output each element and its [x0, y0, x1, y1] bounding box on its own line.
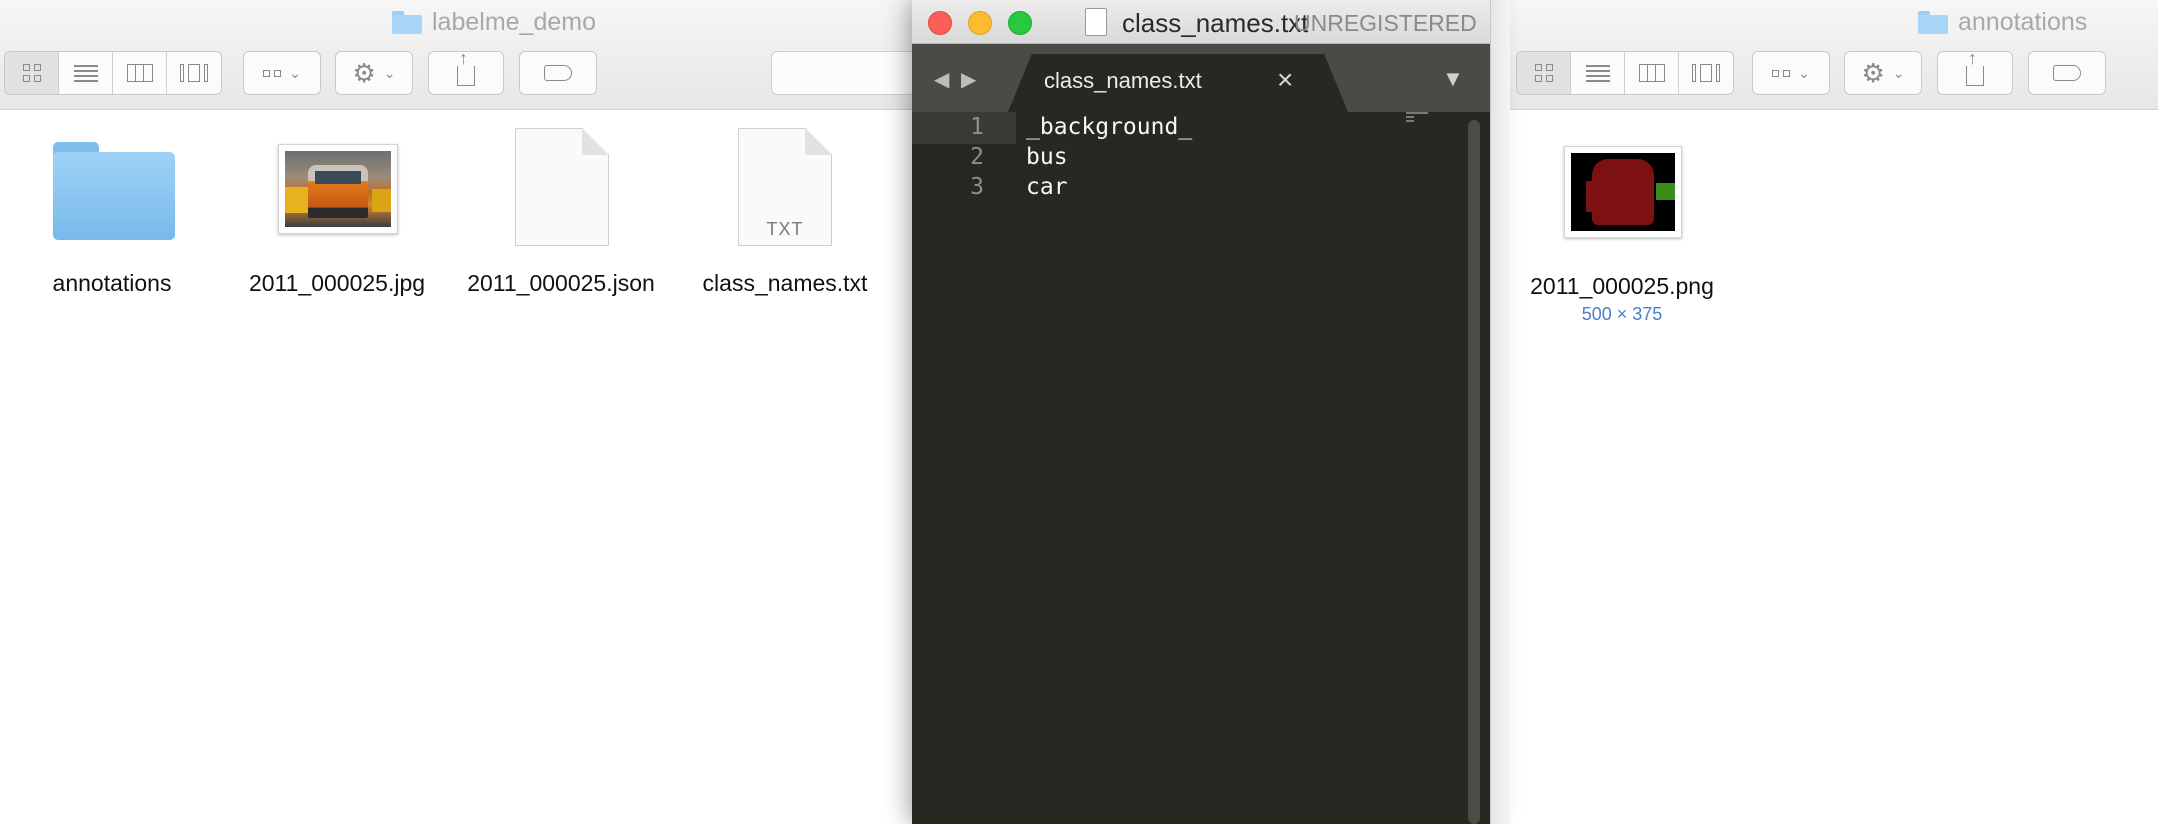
tags-button[interactable] [519, 51, 597, 95]
code-line[interactable]: _background_ [1026, 114, 1192, 140]
share-icon [457, 48, 475, 86]
tab-label[interactable]: class_names.txt [1044, 68, 1202, 94]
window-edge [1490, 0, 1510, 824]
arrange-icon [1772, 69, 1791, 77]
unregistered-label: UNREGISTERED [1294, 10, 1477, 36]
window-title: labelme_demo [392, 8, 596, 37]
share-button[interactable] [428, 48, 504, 95]
tab-list-dropdown-icon[interactable]: ▼ [1442, 66, 1464, 92]
code-line[interactable]: bus [1026, 144, 1068, 170]
icon-view-icon [22, 64, 41, 82]
back-arrow-icon[interactable]: ◀ [934, 67, 949, 92]
search-field[interactable] [771, 51, 912, 95]
image-thumbnail-icon[interactable] [278, 144, 398, 234]
folder-icon [392, 11, 422, 34]
zoom-window-button[interactable] [1008, 11, 1032, 35]
chevron-down-icon: ⌄ [1798, 64, 1810, 81]
image-dimensions: 500 × 375 [1581, 304, 1663, 324]
action-button[interactable]: ⚙ ⌄ [1844, 51, 1922, 95]
share-button[interactable] [1937, 48, 2013, 95]
line-number: 2 [970, 144, 984, 170]
tags-button[interactable] [2028, 51, 2106, 95]
cover-flow-icon [1692, 64, 1720, 82]
cover-flow-button[interactable] [167, 52, 221, 94]
bus-photo-preview [285, 151, 391, 227]
editor-window-title: class_names.txt [1122, 8, 1309, 38]
folder-icon[interactable] [53, 142, 175, 240]
vertical-scrollbar[interactable] [1468, 120, 1480, 824]
tag-icon [544, 65, 572, 81]
share-icon [1966, 48, 1984, 86]
text-editor-window: class_names.txt UNREGISTERED ◀ ▶ class_n… [912, 0, 1510, 824]
tag-icon [2053, 65, 2081, 81]
arrange-button[interactable]: ⌄ [243, 51, 321, 95]
txt-badge: TXT [766, 219, 804, 239]
window-title: annotations [1918, 8, 2087, 37]
finder-window-labelme-demo: labelme_demo ⌄ ⚙⌄ annotations 2011_000 [0, 0, 912, 824]
folder-icon [1918, 11, 1948, 34]
icon-view-button[interactable] [5, 52, 59, 94]
json-document-icon[interactable] [515, 128, 609, 246]
forward-arrow-icon[interactable]: ▶ [961, 67, 976, 92]
finder-toolbar: labelme_demo ⌄ ⚙ ⌄ [0, 0, 912, 110]
file-name-annotations[interactable]: annotations [12, 270, 212, 297]
cover-flow-button[interactable] [1679, 52, 1733, 94]
code-line[interactable]: car [1026, 174, 1068, 200]
finder-window-annotations: annotations ⌄ ⚙⌄ 2011_000025.png 500 × 3… [1482, 0, 2158, 824]
file-name-png[interactable]: 2011_000025.png [1522, 273, 1722, 300]
close-tab-icon[interactable]: × [1277, 64, 1293, 96]
icon-view-button[interactable] [1517, 52, 1571, 94]
arrange-icon [263, 69, 282, 77]
line-number: 3 [970, 174, 984, 200]
image-thumbnail-icon[interactable] [1564, 146, 1682, 238]
column-view-icon [1638, 64, 1665, 82]
list-view-icon [73, 62, 98, 85]
gear-icon: ⚙ [1861, 57, 1885, 88]
file-name-jpg[interactable]: 2011_000025.jpg [237, 270, 437, 297]
window-title-label: annotations [1958, 8, 2088, 36]
action-button[interactable]: ⚙ ⌄ [335, 51, 413, 95]
txt-document-icon[interactable]: TXT [738, 128, 832, 246]
editor-titlebar: class_names.txt UNREGISTERED [912, 0, 1490, 44]
view-mode-switcher [4, 51, 222, 95]
chevron-down-icon: ⌄ [383, 64, 396, 81]
cover-flow-icon [180, 64, 208, 82]
column-view-icon [126, 64, 153, 82]
list-view-button[interactable] [59, 52, 113, 94]
file-name-txt[interactable]: class_names.txt [685, 270, 885, 297]
column-view-button[interactable] [113, 52, 167, 94]
gear-icon: ⚙ [352, 57, 376, 88]
tab-bar: ◀ ▶ class_names.txt × ▼ [912, 44, 1490, 112]
window-title-label: labelme_demo [432, 8, 596, 36]
file-name-json[interactable]: 2011_000025.json [461, 270, 661, 297]
list-view-icon [1585, 62, 1610, 85]
chevron-down-icon: ⌄ [1892, 64, 1905, 81]
list-view-button[interactable] [1571, 52, 1625, 94]
icon-view-icon [1534, 64, 1553, 82]
document-icon [1085, 8, 1107, 36]
view-mode-switcher [1516, 51, 1734, 95]
finder-toolbar: annotations ⌄ ⚙ ⌄ [1482, 0, 2158, 110]
column-view-button[interactable] [1625, 52, 1679, 94]
segmentation-mask-preview [1571, 153, 1675, 231]
minimize-window-button[interactable] [968, 11, 992, 35]
line-number: 1 [970, 114, 984, 140]
arrange-button[interactable]: ⌄ [1752, 51, 1830, 95]
chevron-down-icon: ⌄ [289, 64, 301, 81]
close-window-button[interactable] [928, 11, 952, 35]
minimap[interactable] [1406, 112, 1430, 126]
